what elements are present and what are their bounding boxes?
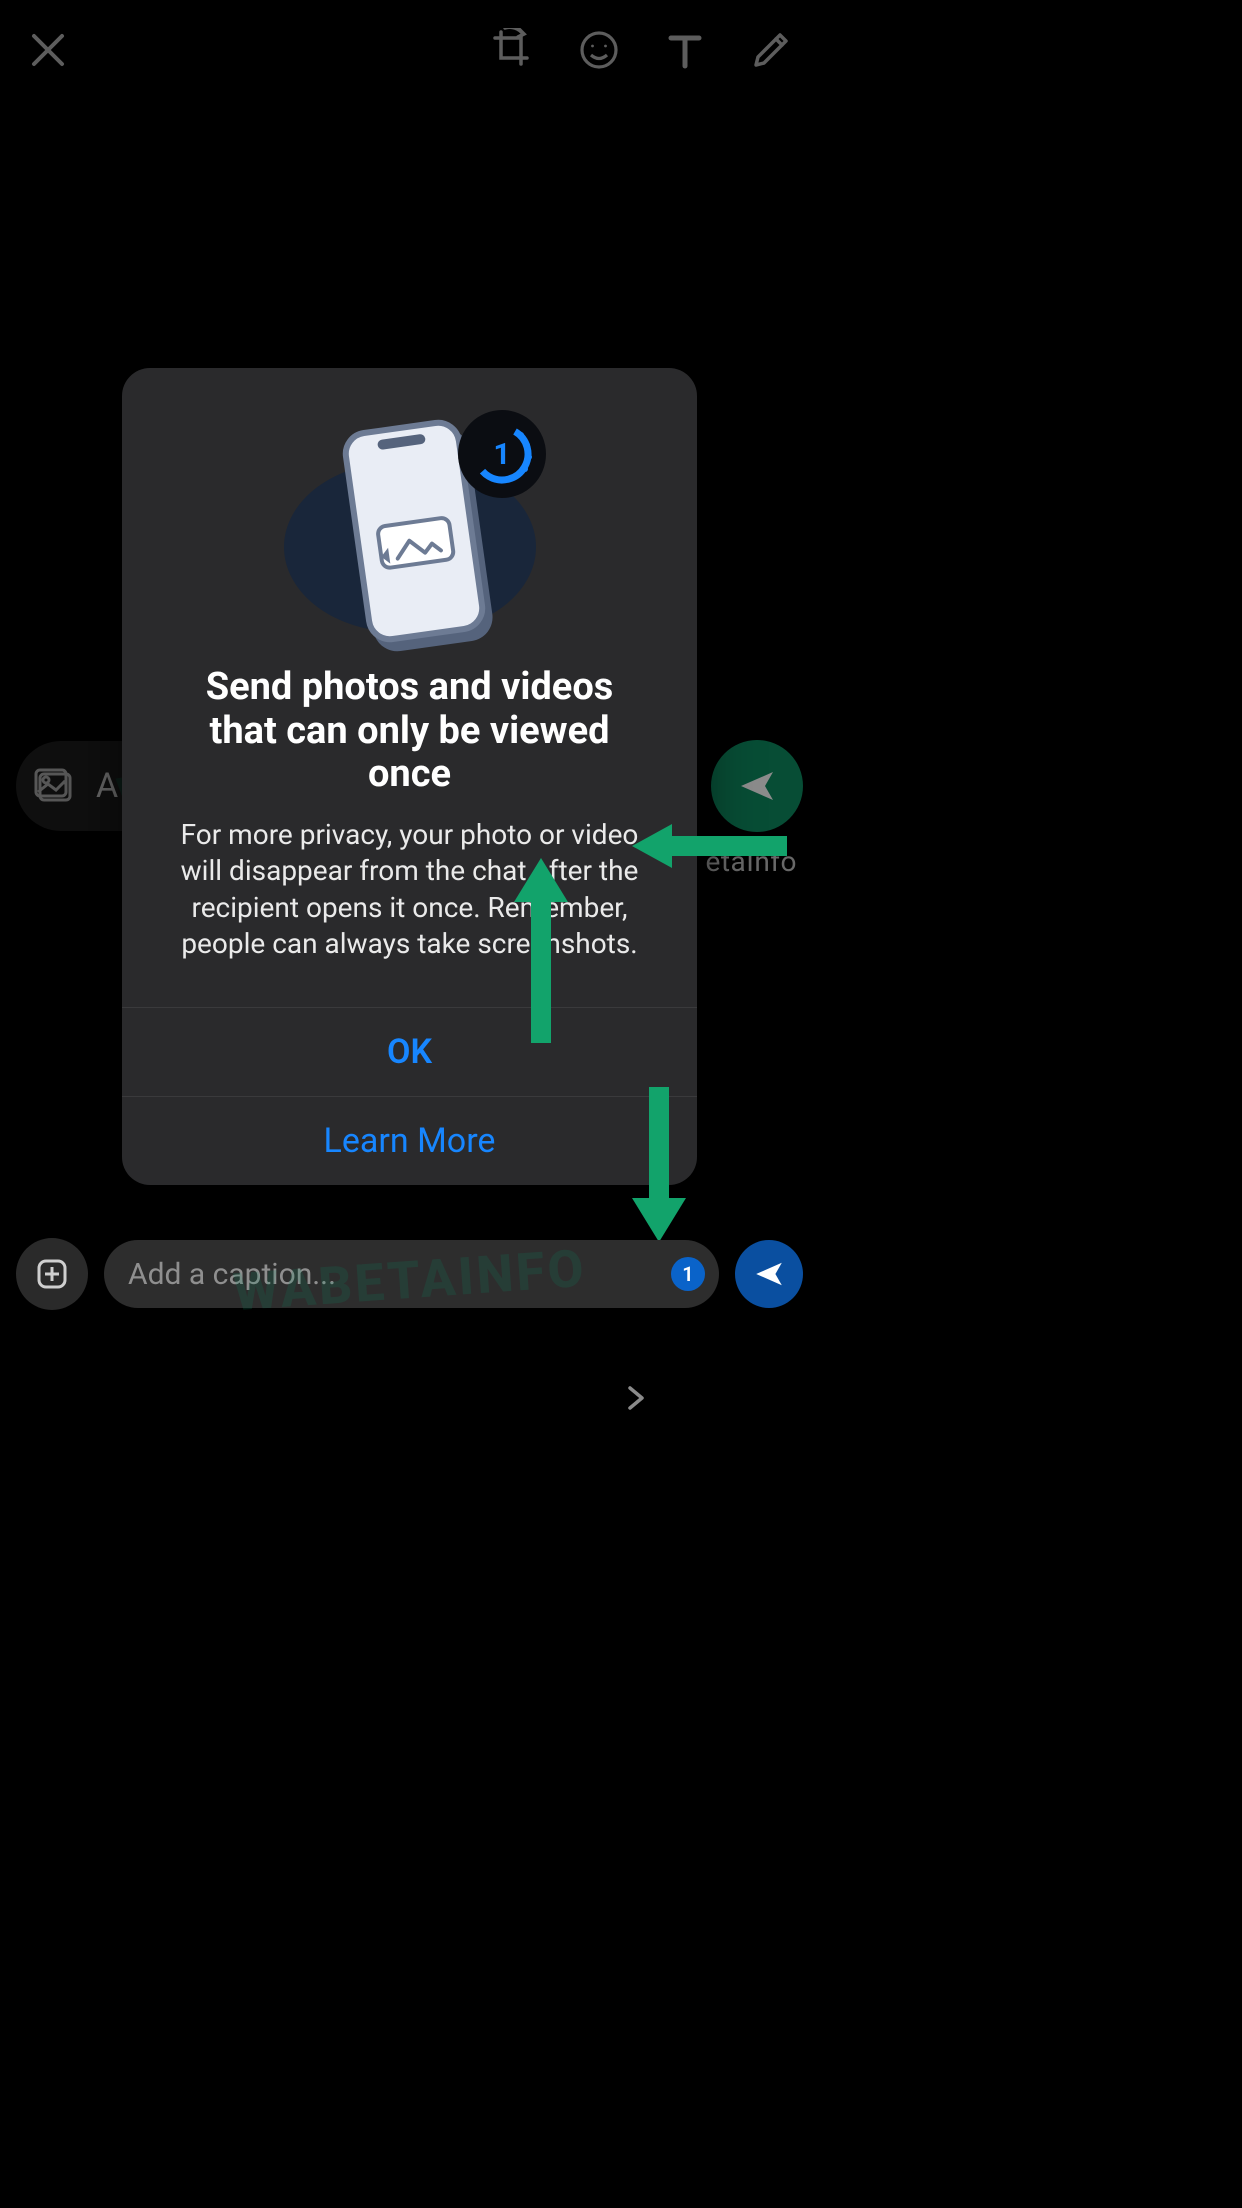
caption-input[interactable]: Add a caption... 1 <box>104 1240 719 1308</box>
send-button[interactable] <box>735 1240 803 1308</box>
send-icon <box>753 1258 785 1290</box>
dialog-learn-more-button[interactable]: Learn More <box>122 1097 697 1185</box>
dialog-description: For more privacy, your photo or video wi… <box>170 817 649 963</box>
view-once-badge-icon: 1 <box>458 410 546 498</box>
dialog-illustration: 1 <box>280 414 540 644</box>
dialog-body: 1 Send photos and videos that can only b… <box>122 368 697 1007</box>
caption-placeholder: Add a caption... <box>128 1257 659 1292</box>
chevron-right-icon <box>622 1384 650 1412</box>
view-once-dialog: 1 Send photos and videos that can only b… <box>122 368 697 1185</box>
view-once-toggle[interactable]: 1 <box>671 1257 705 1291</box>
bottom-caption-row: Add a caption... 1 <box>16 1238 803 1310</box>
dialog-title: Send photos and videos that can only be … <box>170 666 649 797</box>
add-media-button[interactable] <box>16 1238 88 1310</box>
dialog-ok-button[interactable]: OK <box>122 1008 697 1096</box>
plus-icon <box>36 1258 68 1290</box>
image-icon <box>392 528 443 562</box>
svg-text:1: 1 <box>493 437 510 472</box>
